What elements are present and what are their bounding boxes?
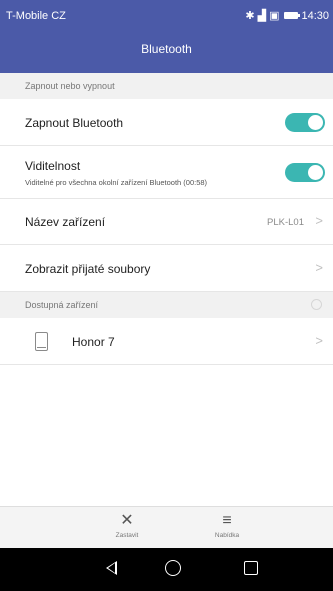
section-header-devices: Dostupná zařízení [0,292,333,318]
menu-button[interactable]: ≡ Nabídka [197,512,257,539]
status-time: 14:30 [301,9,329,22]
chevron-right-icon: > [315,333,323,348]
bluetooth-icon: ✱ [245,10,255,22]
device-item-name: Honor 7 [72,335,115,349]
received-files-label: Zobrazit přijaté soubory [25,262,151,276]
chevron-right-icon: > [315,260,323,275]
devices-section-label: Dostupná zařízení [25,300,99,310]
close-icon: ✕ [120,512,134,529]
visibility-subtitle: Viditelné pro všechna okolní zařízení Bl… [25,178,208,187]
phone-icon [35,332,48,351]
visibility-toggle-row[interactable]: Viditelnost Viditelné pro všechna okolní… [0,146,333,199]
device-name-label: Název zařízení [25,215,106,229]
received-files-row[interactable]: Zobrazit přijaté soubory > [0,245,333,292]
carrier-name: T-Mobile CZ [6,10,66,22]
stop-button-label: Zastavit [115,532,139,539]
bluetooth-toggle-label: Zapnout Bluetooth [25,116,124,130]
system-nav-bar [0,548,333,591]
battery-icon [284,12,301,19]
menu-button-label: Nabídka [214,532,240,539]
menu-icon: ≡ [222,512,232,529]
section-header-toggle: Zapnout nebo vypnout [0,73,333,99]
visibility-toggle-switch[interactable] [285,163,325,182]
home-icon[interactable] [165,560,181,576]
sim-icon: ▣ [269,10,280,22]
scanning-spinner-icon [311,299,322,310]
visibility-label: Viditelnost [25,159,81,173]
device-item-honor-7[interactable]: Honor 7 > [0,318,333,365]
back-icon[interactable] [106,561,117,575]
signal-icon: ▟ [257,10,267,22]
status-bar: T-Mobile CZ ✱ ▟ ▣ 14:30 [0,0,333,33]
bluetooth-toggle-switch[interactable] [285,113,325,132]
toggle-knob [308,165,323,180]
chevron-right-icon: > [315,213,323,228]
page-title: Bluetooth [0,33,333,73]
stop-button[interactable]: ✕ Zastavit [97,512,157,539]
device-name-value: PLK-L01 [267,217,304,228]
toggle-knob [308,115,323,130]
bluetooth-toggle-row[interactable]: Zapnout Bluetooth [0,99,333,146]
device-name-row[interactable]: Název zařízení PLK-L01 > [0,199,333,245]
bottom-action-bar: ✕ Zastavit ≡ Nabídka [0,506,333,548]
status-icons: ✱ ▟ ▣ 14:30 [245,9,329,23]
recent-apps-icon[interactable] [244,561,258,575]
